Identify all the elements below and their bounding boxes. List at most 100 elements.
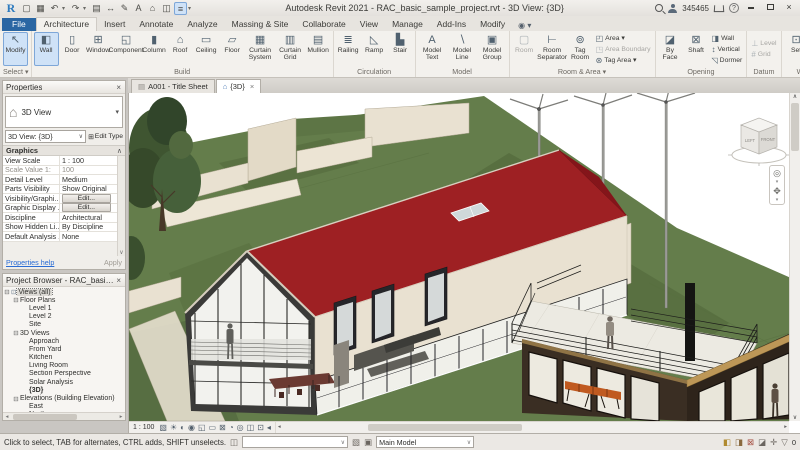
visual-style-icon[interactable]: ▧ (159, 423, 167, 432)
undo-dropdown-icon[interactable]: ▾ (62, 5, 68, 12)
prop-row-scale-value[interactable]: Scale Value 1:100 (3, 166, 117, 176)
area-boundary-button[interactable]: ◳Area Boundary (594, 44, 653, 55)
temporary-hide-isolate-icon[interactable]: ◔ (229, 423, 234, 432)
vertical-opening-button[interactable]: ↕Vertical (710, 44, 745, 55)
prop-row-default-analysis[interactable]: Default Analysis ...None (3, 232, 117, 242)
select-pinned-icon[interactable]: ⊠ (747, 437, 754, 448)
scale-control[interactable]: 1 : 100 (133, 424, 154, 431)
shadows-icon[interactable]: ◐ (180, 423, 185, 432)
ramp-button[interactable]: ◺Ramp (362, 32, 387, 66)
column-button[interactable]: ▮Column (142, 32, 167, 66)
tab-annotate[interactable]: Annotate (132, 18, 180, 31)
vertical-scrollbar[interactable]: ∧ ∨ (789, 93, 800, 421)
prop-row-discipline[interactable]: DisciplineArchitectural (3, 213, 117, 223)
prop-row-parts-visibility[interactable]: Parts VisibilityShow Original (3, 185, 117, 195)
opening-by-face-button[interactable]: ◪By Face (658, 32, 683, 66)
revit-logo-icon[interactable]: R (4, 1, 18, 16)
undo-icon[interactable]: ↶ (48, 2, 61, 15)
tree-item-east[interactable]: East (3, 403, 125, 411)
tab-modify[interactable]: Modify (473, 18, 512, 31)
curtain-system-button[interactable]: ▦Curtain System (246, 32, 275, 66)
redo-icon[interactable]: ↷ (69, 2, 82, 15)
customize-qat-icon[interactable]: ▾ (188, 5, 194, 12)
worksharing-display-icon[interactable]: ◫ (247, 423, 255, 432)
close-button[interactable]: × (782, 2, 796, 14)
room-separator-button[interactable]: ⊢Room Separator (538, 32, 567, 66)
section-icon[interactable]: ◫ (160, 2, 173, 15)
user-account-icon[interactable] (668, 4, 677, 13)
grid-button[interactable]: #Grid (749, 49, 778, 60)
viewcube-front-face[interactable]: FRONT (761, 137, 776, 142)
tab-architecture[interactable]: Architecture (36, 17, 97, 31)
tab-file[interactable]: File (2, 18, 36, 31)
drag-on-selection-icon[interactable]: ✛ (770, 437, 777, 448)
aligned-dimension-icon[interactable]: ✎ (118, 2, 131, 15)
restore-button[interactable] (763, 2, 777, 14)
minimize-button[interactable] (744, 2, 758, 14)
project-browser-header[interactable]: Project Browser - RAC_basic_sample_pr...… (3, 274, 125, 287)
tab-massing-site[interactable]: Massing & Site (225, 18, 296, 31)
filter-icon[interactable]: ▽ (781, 437, 788, 448)
instance-combo[interactable]: 3D View: {3D} ∨ (5, 130, 86, 143)
tree-item-views-all[interactable]: ⊟⊡Views (all) (3, 288, 125, 296)
help-icon[interactable]: ? (729, 3, 739, 13)
tab-analyze[interactable]: Analyze (180, 18, 224, 31)
dormer-button[interactable]: ◹Dormer (710, 55, 745, 66)
tree-item-kitchen[interactable]: Kitchen (3, 354, 125, 362)
properties-header[interactable]: Properties × (3, 81, 125, 94)
door-button[interactable]: ▯Door (60, 32, 85, 66)
tree-item-from-yard[interactable]: From Yard (3, 345, 125, 353)
search-icon[interactable] (655, 4, 663, 12)
ribbon-display-toggle-icon[interactable]: ◉ ▾ (518, 21, 531, 31)
tree-item-level-2[interactable]: Level 2 (3, 313, 125, 321)
tab-insert[interactable]: Insert (97, 18, 132, 31)
visibility-edit-button[interactable]: Edit... (62, 194, 111, 203)
balcony[interactable] (189, 339, 313, 369)
viewcube-left-face[interactable]: LEFT (745, 138, 756, 143)
horizontal-scrollbar[interactable]: ◂ ▸ (275, 422, 789, 433)
graphic-display-edit-button[interactable]: Edit... (62, 203, 111, 212)
text-icon[interactable]: A (132, 2, 145, 15)
view-tab-3d[interactable]: ⌂ {3D} × (216, 79, 262, 93)
level-button[interactable]: ⊥Level (749, 38, 778, 49)
tag-area-button[interactable]: ⊛Tag Area ▾ (594, 55, 653, 66)
lock-3d-view-icon[interactable]: ⊠ (219, 423, 226, 432)
floor-button[interactable]: ▱Floor (220, 32, 245, 66)
vcb-collapse-icon[interactable]: ◂ (267, 423, 271, 432)
curtain-grid-button[interactable]: ▥Curtain Grid (276, 32, 305, 66)
measure-icon[interactable]: ↔ (104, 2, 117, 15)
app-store-cart-icon[interactable] (714, 5, 725, 12)
properties-help-link[interactable]: Properties help (6, 258, 54, 267)
design-options-icon[interactable]: ▧ (352, 437, 360, 448)
sun-path-icon[interactable]: ☀ (170, 423, 177, 432)
tree-item-level-1[interactable]: Level 1 (3, 304, 125, 312)
ceiling-button[interactable]: ▭Ceiling (194, 32, 219, 66)
user-id[interactable]: 345465 (682, 4, 709, 13)
print-icon[interactable]: ▤ (90, 2, 103, 15)
view-tab-close-icon[interactable]: × (250, 82, 254, 91)
prop-row-show-hidden-lines[interactable]: Show Hidden Li...By Discipline (3, 223, 117, 233)
default-3d-view-icon[interactable]: ⌂ (146, 2, 159, 15)
mullion-button[interactable]: ▤Mullion (306, 32, 331, 66)
tab-collaborate[interactable]: Collaborate (295, 18, 352, 31)
project-browser-hscrollbar[interactable]: ◂ ▸ (3, 412, 125, 420)
show-crop-region-icon[interactable]: ▭ (209, 423, 217, 432)
design-options-edit-icon[interactable]: ▣ (364, 437, 372, 448)
steering-wheel-icon[interactable]: ◎ (773, 168, 781, 178)
panel-label-room-area[interactable]: Room & Area ▾ (512, 66, 653, 77)
panel-label-select[interactable]: Select ▾ (3, 66, 29, 77)
tab-view[interactable]: View (353, 18, 385, 31)
temporary-view-properties-icon[interactable]: ⊡ (257, 423, 264, 432)
active-workset-combo[interactable]: ∨ (242, 436, 348, 448)
tree-item-approach[interactable]: Approach (3, 337, 125, 345)
modify-button[interactable]: ↖ Modify (3, 32, 28, 66)
design-option-combo[interactable]: Main Model ∨ (376, 436, 474, 448)
apply-button[interactable]: Apply (104, 258, 122, 267)
tree-item-elevations[interactable]: ⊟Elevations (Building Elevation) (3, 394, 125, 402)
wall-button[interactable]: ◧Wall (34, 32, 59, 66)
room-button[interactable]: ▢Room (512, 32, 537, 66)
select-links-icon[interactable]: ◧ (723, 437, 731, 448)
tab-manage[interactable]: Manage (385, 18, 430, 31)
properties-close-icon[interactable]: × (115, 83, 122, 92)
save-icon[interactable]: ▦ (34, 2, 47, 15)
